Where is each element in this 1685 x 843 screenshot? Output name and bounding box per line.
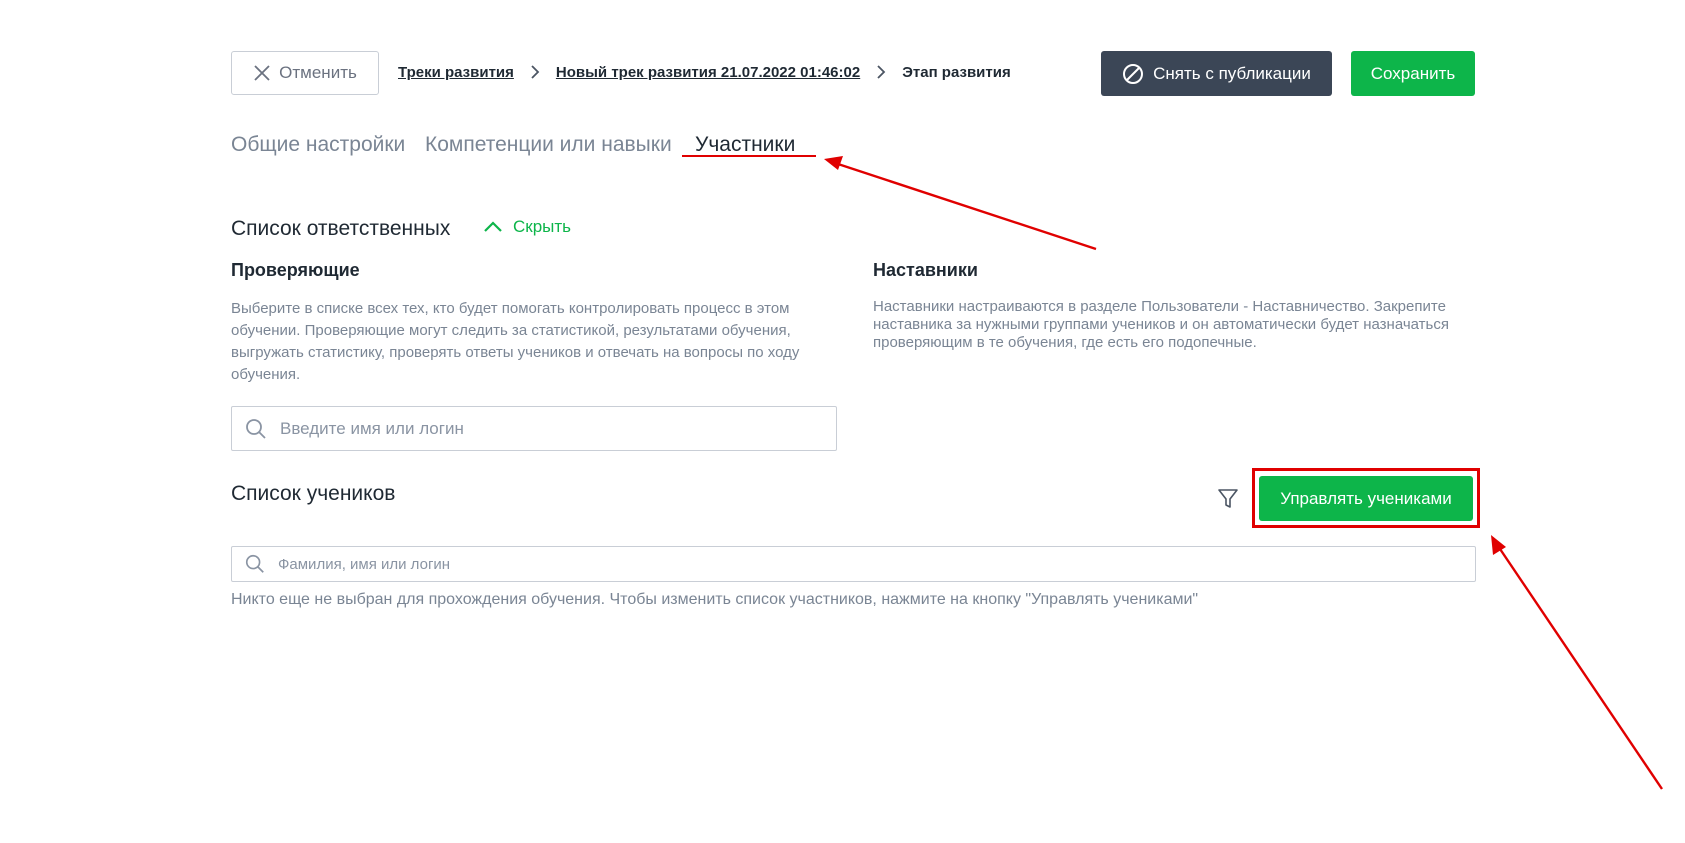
annotation-arrow-manage bbox=[1491, 535, 1663, 790]
search-icon bbox=[244, 417, 268, 441]
cancel-label: Отменить bbox=[279, 63, 357, 82]
prohibit-icon bbox=[1122, 63, 1144, 85]
tab-competencies[interactable]: Компетенции или навыки bbox=[425, 133, 672, 157]
manage-students-button[interactable]: Управлять учениками bbox=[1259, 476, 1473, 521]
cancel-button[interactable]: Отменить bbox=[231, 51, 379, 95]
breadcrumb: Треки развития Новый трек развития 21.07… bbox=[398, 60, 1011, 84]
students-search-input[interactable] bbox=[276, 546, 1475, 582]
chevron-right-icon bbox=[876, 64, 886, 80]
hide-toggle[interactable]: Скрыть bbox=[483, 217, 571, 237]
unpublish-button[interactable]: Снять с публикации bbox=[1101, 51, 1332, 96]
active-tab-underline bbox=[682, 155, 816, 157]
annotation-arrow-tab bbox=[824, 156, 1097, 251]
breadcrumb-item-tracks[interactable]: Треки развития bbox=[398, 64, 514, 81]
breadcrumb-item-new-track[interactable]: Новый трек развития 21.07.2022 01:46:02 bbox=[556, 64, 860, 81]
students-empty-note: Никто еще не выбран для прохождения обуч… bbox=[231, 591, 1199, 608]
responsibles-title: Список ответственных bbox=[231, 217, 451, 240]
reviewers-description: Выберите в списке всех тех, кто будет по… bbox=[231, 300, 800, 383]
reviewers-search bbox=[231, 406, 837, 451]
chevron-right-icon bbox=[530, 64, 540, 80]
reviewers-search-input[interactable] bbox=[278, 406, 836, 451]
close-icon bbox=[253, 64, 271, 82]
breadcrumb-item-current: Этап развития bbox=[902, 63, 1011, 81]
mentors-description: Наставники настраиваются в разделе Польз… bbox=[873, 298, 1449, 351]
filter-icon[interactable] bbox=[1216, 487, 1240, 516]
save-button[interactable]: Сохранить bbox=[1351, 51, 1475, 96]
hide-toggle-label: Скрыть bbox=[513, 217, 572, 236]
unpublish-label: Снять с публикации bbox=[1153, 63, 1311, 83]
chevron-up-icon bbox=[483, 221, 503, 233]
reviewers-title: Проверяющие bbox=[231, 260, 360, 280]
students-title: Список учеников bbox=[231, 482, 396, 505]
tab-participants[interactable]: Участники bbox=[695, 133, 795, 157]
students-search bbox=[231, 546, 1476, 582]
search-icon bbox=[244, 553, 266, 575]
tab-general-settings[interactable]: Общие настройки bbox=[231, 133, 405, 157]
mentors-title: Наставники bbox=[873, 260, 978, 280]
